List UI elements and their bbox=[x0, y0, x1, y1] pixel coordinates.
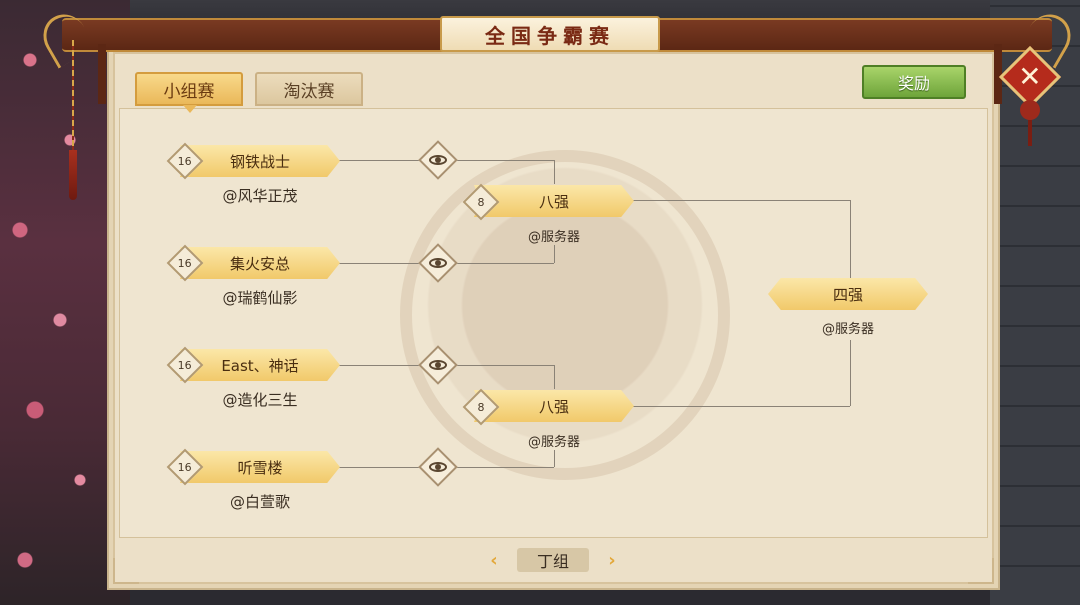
group-label: 丁组 bbox=[517, 548, 589, 572]
team-plate[interactable]: 集火安总 bbox=[180, 247, 340, 279]
next-group-button[interactable]: › bbox=[602, 548, 622, 572]
server-label: @服务器 bbox=[527, 230, 580, 245]
bracket-line bbox=[632, 406, 850, 407]
semifinal-plate[interactable]: 四强 bbox=[768, 278, 928, 310]
bracket-line bbox=[452, 365, 554, 366]
close-tassel-ornament bbox=[1020, 100, 1040, 150]
team-plate[interactable]: East、神话 bbox=[180, 349, 340, 381]
tab-group-stage[interactable]: 小组赛 bbox=[135, 72, 243, 113]
corner-ornament bbox=[968, 558, 994, 584]
bracket-line bbox=[850, 340, 851, 406]
bracket-line bbox=[338, 365, 424, 366]
bracket-line bbox=[452, 467, 554, 468]
prev-group-button[interactable]: ‹ bbox=[484, 548, 504, 572]
bracket-line bbox=[338, 263, 424, 264]
server-label: @服务器 bbox=[527, 435, 580, 450]
server-label: @瑞鹤仙影 bbox=[222, 289, 298, 307]
bracket-line bbox=[452, 160, 554, 161]
tassel-ornament bbox=[68, 40, 78, 210]
bracket-line bbox=[554, 245, 555, 263]
corner-ornament bbox=[113, 558, 139, 584]
bracket-line bbox=[554, 365, 555, 389]
bracket-line bbox=[850, 200, 851, 278]
close-icon[interactable]: ✕ bbox=[1018, 60, 1041, 93]
server-label: @服务器 bbox=[821, 322, 874, 337]
server-label: @风华正茂 bbox=[222, 187, 298, 205]
bracket-line bbox=[452, 263, 554, 264]
bracket-line bbox=[554, 160, 555, 184]
reward-button[interactable]: 奖励 bbox=[862, 65, 966, 99]
server-label: @造化三生 bbox=[222, 391, 298, 409]
bracket-line bbox=[338, 467, 424, 468]
bracket-line bbox=[632, 200, 850, 201]
team-plate[interactable]: 听雪楼 bbox=[180, 451, 340, 483]
team-plate[interactable]: 钢铁战士 bbox=[180, 145, 340, 177]
title-pole-left bbox=[98, 44, 106, 104]
tab-knockout[interactable]: 淘汰赛 bbox=[255, 72, 363, 106]
page-title: 全国争霸赛 bbox=[440, 16, 660, 52]
server-label: @白萱歌 bbox=[229, 493, 290, 511]
bracket-line bbox=[554, 450, 555, 467]
bracket-line bbox=[338, 160, 424, 161]
